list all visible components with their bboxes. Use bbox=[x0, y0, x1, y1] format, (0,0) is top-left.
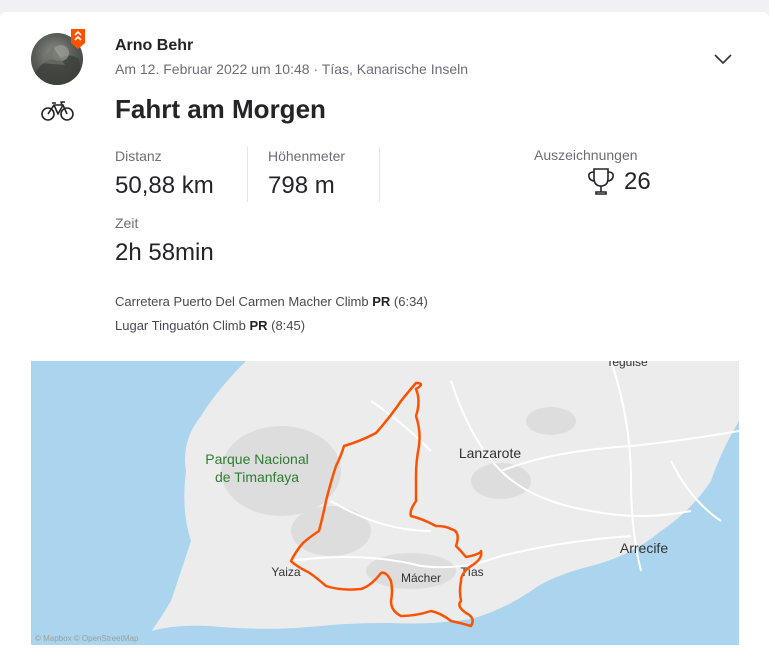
segment-row[interactable]: Lugar Tinguatón Climb PR (8:45) bbox=[115, 318, 305, 333]
meta-separator: · bbox=[313, 61, 319, 77]
chevron-down-icon[interactable] bbox=[712, 52, 734, 66]
map-label-park: de Timanfaya bbox=[215, 469, 299, 485]
map-label-arrecife: Arrecife bbox=[620, 540, 668, 556]
activity-location: Tías, Kanarische Inseln bbox=[321, 61, 469, 77]
subscriber-badge-icon bbox=[71, 29, 85, 49]
stat-divider bbox=[379, 147, 380, 202]
distance-label: Distanz bbox=[115, 148, 162, 164]
achievements-count: 26 bbox=[624, 168, 651, 195]
bicycle-icon bbox=[41, 101, 74, 121]
pr-badge: PR bbox=[372, 294, 391, 309]
segment-time: (8:45) bbox=[271, 318, 306, 333]
activity-card: Arno Behr Am 12. Februar 2022 um 10:48 ·… bbox=[0, 12, 769, 667]
segment-time: (6:34) bbox=[393, 294, 428, 309]
trophy-icon bbox=[588, 168, 614, 195]
activity-date: Am 12. Februar 2022 um 10:48 bbox=[115, 61, 310, 77]
time-value: 2h 58min bbox=[115, 239, 214, 266]
segment-name: Carretera Puerto Del Carmen Macher Climb bbox=[115, 294, 369, 309]
map-label-yaiza: Yaiza bbox=[271, 565, 300, 579]
map-attribution[interactable]: © Mapbox © OpenStreetMap bbox=[35, 634, 138, 643]
pr-badge: PR bbox=[249, 318, 268, 333]
route-map[interactable]: Parque Nacional de Timanfaya Lanzarote A… bbox=[31, 361, 739, 645]
achievements-label: Auszeichnungen bbox=[534, 147, 638, 163]
segment-row[interactable]: Carretera Puerto Del Carmen Macher Climb… bbox=[115, 294, 428, 309]
elevation-value: 798 m bbox=[268, 172, 335, 199]
distance-value: 50,88 km bbox=[115, 172, 214, 199]
map-label-island: Lanzarote bbox=[459, 445, 521, 461]
time-label: Zeit bbox=[115, 215, 139, 231]
activity-meta: Am 12. Februar 2022 um 10:48 · Tías, Kan… bbox=[115, 61, 468, 77]
activity-title[interactable]: Fahrt am Morgen bbox=[115, 94, 326, 125]
segment-name: Lugar Tinguatón Climb bbox=[115, 318, 246, 333]
map-label-park: Parque Nacional bbox=[205, 451, 309, 467]
stat-divider bbox=[247, 147, 248, 202]
map-label-teguise: Teguise bbox=[606, 361, 648, 369]
map-label-macher: Mácher bbox=[401, 571, 441, 585]
athlete-name[interactable]: Arno Behr bbox=[115, 37, 193, 55]
elevation-label: Höhenmeter bbox=[268, 148, 346, 164]
